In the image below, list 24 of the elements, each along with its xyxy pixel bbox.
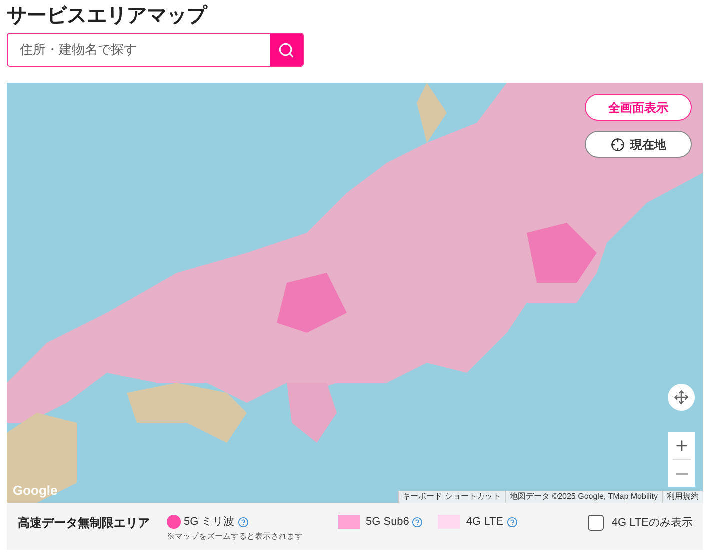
legend-title: 高速データ無制限エリア	[18, 515, 150, 532]
page-title: サービスエリアマップ	[7, 4, 209, 29]
search-input[interactable]: 住所・建物名で探す	[8, 34, 270, 66]
map-area[interactable]: 全画面表示 現在地 Google キーボード ショートカット 地図データ ©2025 Google, TMap Mobility 利用規約	[7, 83, 703, 503]
search-button[interactable]	[270, 34, 303, 66]
checkbox[interactable]	[588, 515, 604, 532]
legend-note: ※マップをズームすると表示されます	[167, 530, 303, 542]
fullscreen-button[interactable]: 全画面表示	[585, 94, 692, 121]
help-icon[interactable]	[506, 516, 518, 528]
help-icon[interactable]	[412, 516, 424, 528]
minus-icon	[676, 472, 688, 474]
legend-label: 5G ミリ波	[184, 515, 235, 530]
current-location-button[interactable]: 現在地	[585, 131, 692, 158]
help-icon[interactable]	[238, 516, 249, 528]
crosshair-icon	[610, 138, 624, 152]
legend-label: 4G LTE	[466, 515, 504, 530]
search-icon	[278, 42, 295, 58]
map-logo: Google	[13, 482, 58, 500]
checkbox-label: 4G LTEのみ表示	[612, 516, 693, 531]
search-field[interactable]: 住所・建物名で探す	[7, 33, 304, 67]
plus-icon	[674, 438, 690, 454]
move-icon	[674, 390, 689, 405]
pan-control[interactable]	[668, 384, 695, 411]
legend-label: 5G Sub6	[366, 515, 410, 530]
